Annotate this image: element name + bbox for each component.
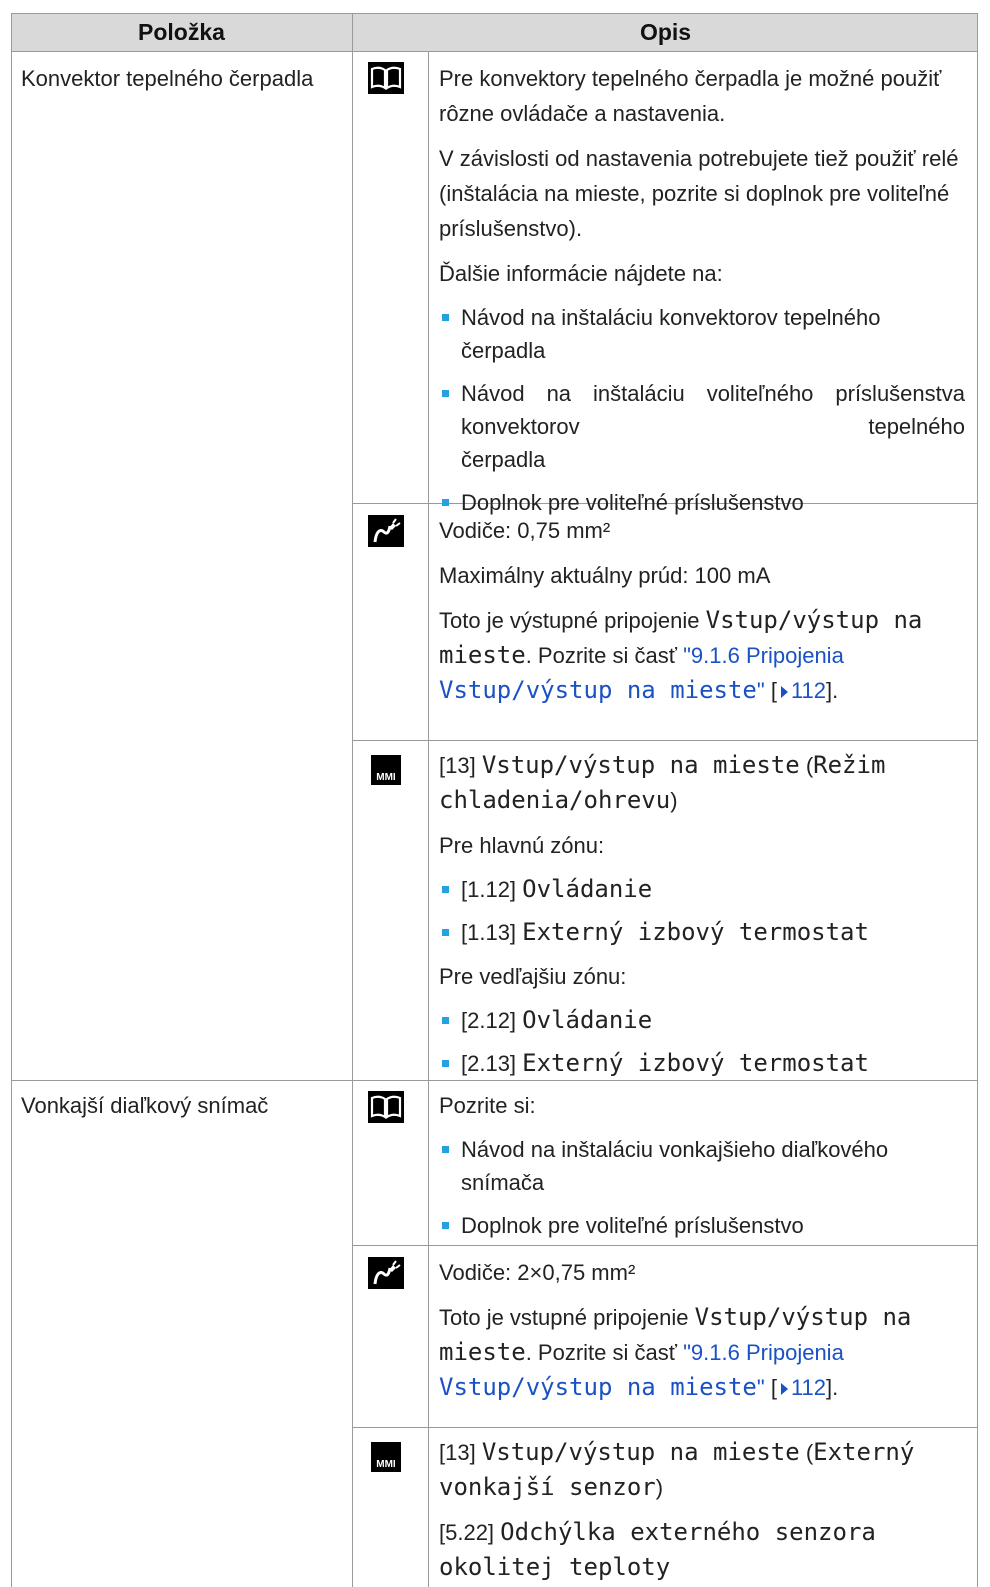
row2-mmi-l2-num: [5.22] [439,1520,501,1545]
row2-wiring-p1: Vodiče: 2×0,75 mm² [439,1260,636,1285]
row1-mmi-l1-code: Vstup/výstup na mieste [481,751,800,779]
row1-wiring-cell: Vodiče: 0,75 mm² Maximálny aktuálny prúd… [439,513,965,708]
row1-page-close: ]. [826,678,839,703]
row2-wiring-p2-prefix: Toto je vstupné pripojenie [439,1305,695,1330]
row1-manual-p3: Ďalšie informácie nájdete na: [439,261,723,286]
row1-mmi-b2-num: [1.13] [461,920,523,945]
row2-wiring-cell: Vodiče: 2×0,75 mm² Toto je vstupné pripo… [439,1255,965,1405]
row1-wiring-p1: Vodiče: 0,75 mm² [439,518,611,543]
row1-manual-p1: Pre konvektory tepelného čerpadla je mož… [439,66,942,126]
wiring-plug-icon [368,515,404,547]
row-divider [11,1080,978,1081]
row2-wiring-p2-mid: . Pozrite si časť [525,1340,684,1365]
row2-link-code: Vstup/výstup na mieste [439,1373,757,1401]
row1-mmi-bullet1: [1.12] Ovládanie [439,873,965,906]
row2-divider-a [353,1245,978,1246]
row2-manual-bullet2: Doplnok pre voliteľné príslušenstvo [439,1209,965,1242]
row1-mmi-l1-num: [13] [439,753,482,778]
row1-mmi-b1-num: [1.12] [461,877,523,902]
table-border-left [11,13,12,1587]
row1-page-open: [ [764,678,777,703]
row1-mmi-l1-open: ( [799,753,814,778]
row2-item-label: Vonkajší diaľkový snímač [21,1093,269,1118]
mmi-icon-label: MMI [376,772,396,783]
row2-mmi-cell: [13] Vstup/výstup na mieste (Externý von… [439,1435,965,1585]
row1-mmi-l1-close: ) [670,788,678,813]
row1-mmi-b4-code: Externý izbový termostat [522,1049,869,1077]
row1-link-end: " [756,678,765,703]
row2-link-text: "9.1.6 Pripojenia [683,1340,844,1365]
open-book-icon [368,62,404,94]
open-book-icon [368,1091,404,1123]
row2-mmi-l1-code: Vstup/výstup na mieste [481,1438,800,1466]
row2-wiring-p2: Toto je vstupné pripojenie Vstup/výstup … [439,1300,965,1405]
row2-page-link[interactable]: 112 [791,1375,826,1400]
row1-mmi-p3: Pre vedľajšiu zónu: [439,964,627,989]
header-item-label: Položka [138,19,225,45]
row1-divider-b [353,740,978,741]
table-border-top [11,13,978,14]
mmi-icon-label: MMI [376,1459,396,1470]
row2-divider-b [353,1427,978,1428]
page-arrow-icon [780,1383,788,1395]
row1-link-code: Vstup/výstup na mieste [439,676,757,704]
row1-mmi-bullet2: [1.13] Externý izbový termostat [439,916,965,949]
row1-mmi-b1-code: Ovládanie [522,875,653,903]
row1-wiring-p3-mid: . Pozrite si časť [525,643,684,668]
row2-manual-cell: Pozrite si: Návod na inštaláciu vonkajši… [439,1088,965,1242]
header-divider [11,51,978,52]
row1-mmi-b3-code: Ovládanie [522,1006,653,1034]
row2-mmi-l2: [5.22] Odchýlka externého senzora okolit… [439,1515,965,1585]
table-border-right [977,13,978,1587]
row1-mmi-p2: Pre hlavnú zónu: [439,833,605,858]
row2-link-end: " [756,1375,765,1400]
icon-column-divider [428,51,429,1587]
row1-wiring-p3: Toto je výstupné pripojenie Vstup/výstup… [439,603,965,708]
column-divider [352,13,353,1587]
mmi-icon: MMI [371,755,401,785]
row2-manual-p1: Pozrite si: [439,1093,536,1118]
header-desc-label: Opis [639,19,692,45]
row1-manual-bullet2: Návod na inštaláciu voliteľného prísluše… [439,377,965,476]
page-arrow-icon [780,686,788,698]
row1-manual-bullet2-line2: čerpadla [461,447,546,472]
row1-manual-bullet1: Návod na inštaláciu konvektorov tepelnéh… [439,301,965,367]
row2-manual-bullet1: Návod na inštaláciu vonkajšieho diaľkové… [439,1133,965,1199]
row1-mmi-l1: [13] Vstup/výstup na mieste (Režim chlad… [439,748,965,818]
component-table: Položka Opis Konvektor tepelného čerpadl… [11,13,978,1587]
row1-mmi-b4-num: [2.13] [461,1051,523,1076]
row1-mmi-bullet4: [2.13] Externý izbový termostat [439,1047,965,1080]
row2-page-close: ]. [826,1375,839,1400]
row1-wiring-p2: Maximálny aktuálny prúd: 100 mA [439,563,771,588]
row1-manual-bullet2-line1: Návod na inštaláciu voliteľného prísluše… [461,381,965,439]
row2-mmi-l1-open: ( [799,1440,814,1465]
row2-mmi-l1-num: [13] [439,1440,482,1465]
row1-mmi-bullet3: [2.12] Ovládanie [439,1004,965,1037]
row1-item-label: Konvektor tepelného čerpadla [21,66,314,91]
row1-manual-cell: Pre konvektory tepelného čerpadla je mož… [439,61,965,519]
row1-mmi-b3-num: [2.12] [461,1008,523,1033]
wiring-plug-icon [368,1257,404,1289]
mmi-icon: MMI [371,1442,401,1472]
row2-mmi-l1-close: ) [655,1475,664,1500]
row1-manual-p2: V závislosti od nastavenia potrebujete t… [439,146,959,241]
row1-page-link[interactable]: 112 [791,678,826,703]
row2-mmi-l1: [13] Vstup/výstup na mieste (Externý von… [439,1435,965,1505]
row2-page-open: [ [764,1375,777,1400]
row1-mmi-b2-code: Externý izbový termostat [522,918,869,946]
row2-mmi-l2-code: Odchýlka externého senzora okolitej tepl… [439,1518,876,1581]
row1-link-text: "9.1.6 Pripojenia [683,643,844,668]
row1-mmi-cell: [13] Vstup/výstup na mieste (Režim chlad… [439,748,965,1080]
row1-wiring-p3-prefix: Toto je výstupné pripojenie [439,608,706,633]
